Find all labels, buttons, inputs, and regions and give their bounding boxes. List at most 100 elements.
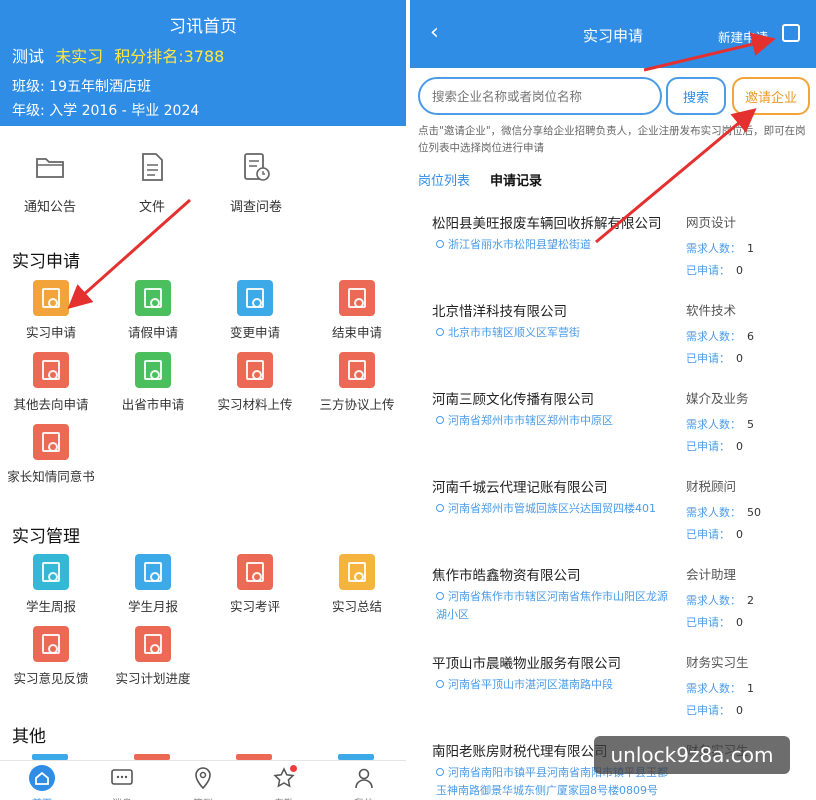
location-pin-icon: [436, 592, 444, 600]
tab-attendance[interactable]: 考勤: [254, 765, 314, 800]
address-text: 河南省郑州市管城回族区兴达国贸四楼401: [448, 502, 656, 515]
need-count: 需求人数： 50: [686, 504, 761, 520]
company-address: 河南省焦作市市辖区河南省焦作市山阳区龙源湖小区: [436, 588, 668, 624]
quick-survey[interactable]: 调查问卷: [206, 150, 306, 215]
user-icon: [351, 765, 377, 791]
grid-summary[interactable]: 实习总结: [306, 554, 406, 615]
company-list-item[interactable]: 北京惜洋科技有限公司 软件技术 北京市市辖区顺义区军营街 需求人数： 6 已申请： 0: [430, 300, 810, 388]
quick-notice[interactable]: 通知公告: [0, 150, 100, 215]
tab-label: 首页: [12, 795, 72, 800]
intern-status: 未实习: [55, 47, 104, 66]
search-button[interactable]: 搜索: [666, 77, 726, 115]
address-text: 北京市市辖区顺义区军营街: [448, 326, 580, 339]
applied-value: 0: [736, 440, 743, 453]
tab-label: 签到: [173, 795, 233, 800]
company-name: 松阳县美旺报废车辆回收拆解有限公司: [432, 216, 662, 232]
grid-leave-apply[interactable]: 请假申请: [102, 280, 204, 341]
applied-value: 0: [736, 352, 743, 365]
document-icon: [135, 150, 169, 184]
company-list-item[interactable]: 松阳县美旺报废车辆回收拆解有限公司 网页设计 浙江省丽水市松阳县望松街道 需求人数： 1…: [430, 212, 810, 300]
grid-end-apply[interactable]: 结束申请: [306, 280, 406, 341]
job-title: 会计助理: [686, 567, 737, 582]
watermark: unlock9z8a.com: [594, 736, 790, 774]
location-pin-icon: [436, 680, 444, 688]
grid-intern-apply[interactable]: 实习申请: [0, 280, 102, 341]
job-title: 财税顾问: [686, 479, 737, 494]
need-value: 50: [747, 506, 761, 519]
company-address: 北京市市辖区顺义区军营街: [436, 324, 668, 342]
grid-material-upload[interactable]: 实习材料上传: [204, 352, 306, 413]
tab-checkin[interactable]: 签到: [173, 765, 233, 800]
grid-parent-consent[interactable]: 家长知情同意书: [0, 424, 102, 485]
class-info: 班级: 19五年制酒店班: [12, 79, 151, 95]
quick-files[interactable]: 文件: [102, 150, 202, 215]
weekly-report-icon: [33, 554, 69, 590]
grid-label: 家长知情同意书: [7, 469, 95, 484]
need-label: 需求人数：: [686, 418, 741, 431]
grid-evaluation[interactable]: 实习考评: [204, 554, 306, 615]
company-name: 北京惜洋科技有限公司: [432, 304, 567, 320]
company-list-item[interactable]: 河南千城云代理记账有限公司 财税顾问河南省郑州市管城回族区兴达国贸四楼401 需求人…: [430, 476, 810, 564]
need-value: 2: [747, 594, 754, 607]
parent-consent-icon: [33, 424, 69, 460]
tab-home[interactable]: 首页: [12, 765, 72, 800]
section-title-apply: 实习申请: [12, 252, 80, 272]
applied-count: 已申请： 0: [686, 350, 743, 366]
grid-label: 学生月报: [127, 599, 178, 614]
grid-plan-progress[interactable]: 实习计划进度: [102, 626, 204, 687]
tab-message[interactable]: 消息: [92, 765, 152, 800]
location-pin-icon: [436, 416, 444, 424]
grid-label: 实习申请: [25, 325, 76, 340]
job-title: 财务实习生: [686, 655, 749, 670]
tab-label: 考勤: [254, 795, 314, 800]
location-pin-icon: [190, 765, 216, 791]
tab-apply-records[interactable]: 申请记录: [490, 170, 542, 189]
company-name: 焦作市皓鑫物资有限公司: [432, 568, 581, 584]
tab-profile[interactable]: 我的: [334, 765, 394, 800]
grid-out-province[interactable]: 出省市申请: [102, 352, 204, 413]
grid-agreement-upload[interactable]: 三方协议上传: [306, 352, 406, 413]
invite-hint: 点击"邀请企业"，微信分享给企业招聘负责人，企业注册发布实习岗位后，即可在岗位列…: [418, 125, 806, 154]
points-rank: 积分排名:3788: [114, 47, 225, 66]
grid-label: 实习计划进度: [115, 671, 191, 686]
tab-label: 消息: [92, 795, 152, 800]
company-list-item[interactable]: 焦作市皓鑫物资有限公司 会计助理河南省焦作市市辖区河南省焦作市山阳区龙源湖小区 需求…: [430, 564, 810, 652]
end-apply-icon: [339, 280, 375, 316]
applied-label: 已申请：: [686, 264, 730, 277]
grid-feedback[interactable]: 实习意见反馈: [0, 626, 102, 687]
address-text: 河南省平顶山市湛河区湛南路中段: [448, 678, 613, 691]
grid-change-apply[interactable]: 变更申请: [204, 280, 306, 341]
need-value: 1: [747, 682, 754, 695]
invite-company-button[interactable]: 邀请企业: [732, 77, 810, 115]
company-list-item[interactable]: 河南三顾文化传播有限公司 媒介及业务 河南省郑州市市辖区郑州市中原区 需求人数： 5 已申…: [430, 388, 810, 476]
summary-icon: [339, 554, 375, 590]
edit-icon[interactable]: [782, 24, 800, 42]
tab-job-list[interactable]: 岗位列表: [418, 170, 470, 189]
company-address: 河南省郑州市市辖区郑州市中原区: [436, 412, 668, 430]
job-title: 网页设计: [686, 215, 737, 230]
need-count: 需求人数： 2: [686, 592, 754, 608]
address-text: 河南省焦作市市辖区河南省焦作市山阳区龙源湖小区: [436, 590, 668, 621]
applied-label: 已申请：: [686, 528, 730, 541]
change-apply-icon: [237, 280, 273, 316]
applied-label: 已申请：: [686, 352, 730, 365]
new-apply-button[interactable]: 新建申请: [718, 27, 768, 46]
applied-label: 已申请：: [686, 616, 730, 629]
company-list-item[interactable]: 平顶山市晨曦物业服务有限公司 财务实习生 河南省平顶山市湛河区湛南路中段 需求人数： 1…: [430, 652, 810, 740]
grid-other-destination[interactable]: 其他去向申请: [0, 352, 102, 413]
need-value: 6: [747, 330, 754, 343]
search-input[interactable]: [418, 77, 662, 115]
company-name: 河南千城云代理记账有限公司: [432, 480, 608, 496]
home-screen: 习讯首页 测试 未实习 积分排名:3788 班级: 19五年制酒店班 年级: 入…: [0, 0, 406, 800]
grid-label: 变更申请: [229, 325, 280, 340]
folder-icon: [33, 150, 67, 184]
company-address: 河南省郑州市管城回族区兴达国贸四楼401: [436, 500, 668, 518]
grid-label: 学生周报: [25, 599, 76, 614]
need-label: 需求人数：: [686, 682, 741, 695]
grid-weekly-report[interactable]: 学生周报: [0, 554, 102, 615]
home-icon: [29, 765, 55, 791]
intern-apply-icon: [33, 280, 69, 316]
need-count: 需求人数： 1: [686, 680, 754, 696]
apply-screen: ‹ 实习申请 新建申请 搜索 邀请企业 点击"邀请企业"，微信分享给企业招聘负责…: [410, 0, 816, 800]
grid-monthly-report[interactable]: 学生月报: [102, 554, 204, 615]
